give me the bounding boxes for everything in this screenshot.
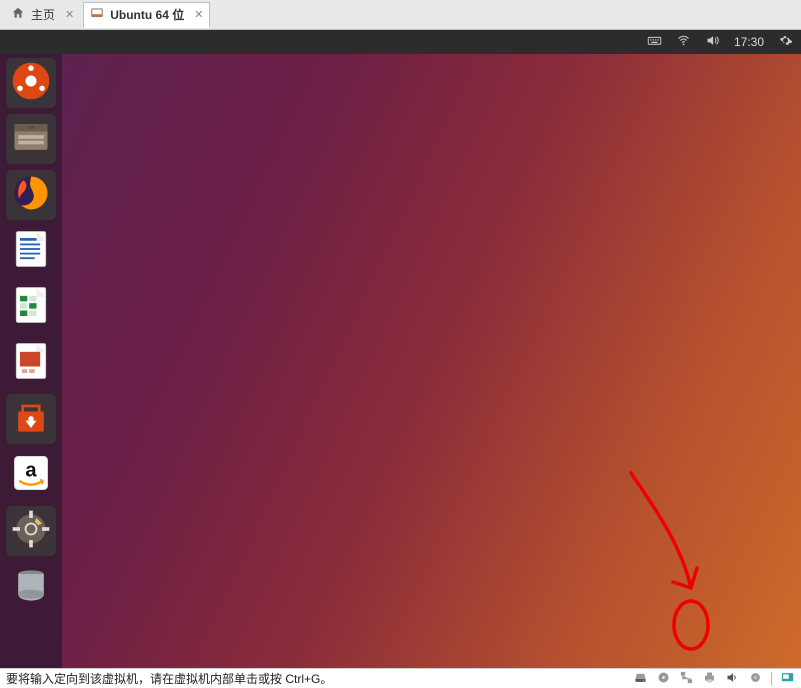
network-icon[interactable] — [679, 670, 694, 688]
libreoffice-writer-icon — [9, 227, 53, 276]
vmware-status-icons — [633, 670, 795, 688]
close-icon[interactable]: ✕ — [194, 8, 203, 21]
hand-drawn-annotation — [541, 453, 741, 658]
fullscreen-icon[interactable] — [780, 670, 795, 688]
gear-icon[interactable] — [778, 33, 793, 51]
launcher-software[interactable] — [6, 394, 56, 444]
ubuntu-top-panel: 17:30 — [0, 30, 801, 54]
desktop-area: 17:30 — [0, 30, 801, 668]
launcher-dash[interactable] — [6, 58, 56, 108]
ubuntu-software-icon — [9, 395, 53, 444]
home-icon — [11, 6, 25, 23]
libreoffice-calc-icon — [9, 283, 53, 332]
libreoffice-impress-icon — [9, 339, 53, 388]
launcher-firefox[interactable] — [6, 170, 56, 220]
settings-icon — [9, 507, 53, 556]
vm-icon — [90, 6, 104, 23]
status-message: 要将输入定向到该虚拟机，请在虚拟机内部单击或按 Ctrl+G。 — [6, 670, 332, 687]
close-icon[interactable]: ✕ — [65, 8, 74, 21]
cd-icon[interactable] — [656, 670, 671, 688]
launcher-files[interactable] — [6, 114, 56, 164]
clock[interactable]: 17:30 — [734, 35, 764, 49]
camera-icon[interactable] — [748, 670, 763, 688]
launcher-settings[interactable] — [6, 506, 56, 556]
tab-home-label: 主页 — [31, 6, 55, 23]
vmware-tab-bar: 主页 ✕ Ubuntu 64 位 ✕ — [0, 0, 801, 30]
separator — [771, 672, 772, 686]
firefox-icon — [9, 171, 53, 220]
sound-icon[interactable] — [725, 670, 740, 688]
search-icon — [9, 59, 53, 108]
unity-launcher: a — [0, 54, 62, 668]
tab-ubuntu[interactable]: Ubuntu 64 位 ✕ — [83, 2, 210, 28]
trash-icon — [9, 563, 53, 612]
files-icon — [9, 115, 53, 164]
tab-home[interactable]: 主页 ✕ — [4, 2, 81, 28]
svg-text:a: a — [25, 459, 37, 481]
ubuntu-desktop-body: a — [0, 54, 801, 668]
launcher-writer[interactable] — [6, 226, 56, 276]
wifi-icon[interactable] — [676, 33, 691, 51]
launcher-impress[interactable] — [6, 338, 56, 388]
amazon-icon: a — [9, 451, 53, 500]
launcher-trash[interactable] — [6, 562, 56, 612]
printer-icon[interactable] — [702, 670, 717, 688]
hard-disk-icon[interactable] — [633, 670, 648, 688]
launcher-amazon[interactable]: a — [6, 450, 56, 500]
launcher-calc[interactable] — [6, 282, 56, 332]
volume-icon[interactable] — [705, 33, 720, 51]
vmware-status-bar: 要将输入定向到该虚拟机，请在虚拟机内部单击或按 Ctrl+G。 — [0, 668, 801, 688]
tab-ubuntu-label: Ubuntu 64 位 — [110, 6, 184, 23]
keyboard-icon[interactable] — [647, 33, 662, 51]
desktop-wallpaper[interactable] — [62, 54, 801, 668]
